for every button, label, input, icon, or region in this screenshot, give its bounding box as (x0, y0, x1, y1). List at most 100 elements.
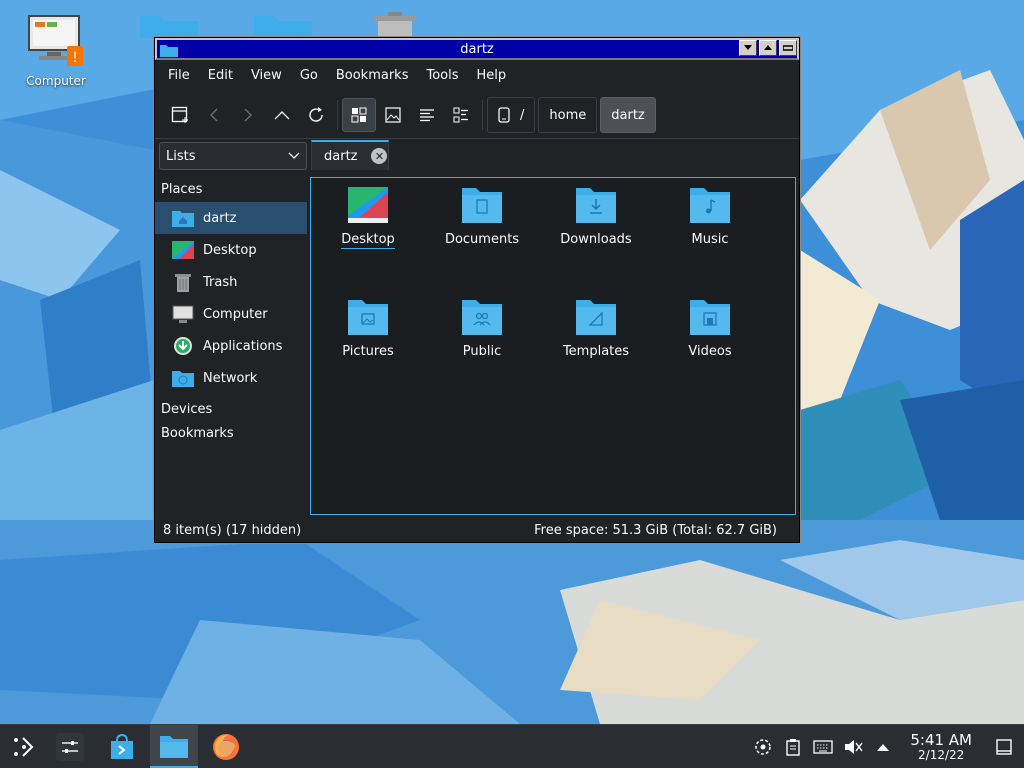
desktop-icon-computer[interactable]: ! Computer (14, 14, 98, 88)
settings-icon (56, 733, 84, 761)
file-label: Desktop (341, 232, 395, 249)
file-item-documents[interactable]: Documents (432, 186, 532, 247)
trash-icon[interactable] (370, 10, 420, 38)
desktop-icon (172, 241, 194, 259)
places-heading[interactable]: Places (155, 178, 307, 202)
chevron-left-icon (210, 108, 218, 122)
file-label: Videos (688, 344, 732, 359)
reload-icon (309, 107, 323, 122)
status-bar: 8 item(s) (17 hidden) Free space: 51.3 G… (155, 518, 799, 542)
folder-icon (160, 45, 178, 57)
computer-icon: ! (28, 15, 83, 66)
pictures-folder-icon (348, 300, 388, 335)
bookmarks-heading[interactable]: Bookmarks (155, 422, 307, 446)
downloads-folder-icon (576, 188, 616, 223)
firefox-button[interactable] (202, 725, 250, 768)
chevron-up-icon (764, 45, 772, 50)
toolbar-separator (482, 100, 483, 130)
new-tab-button[interactable] (163, 98, 197, 132)
place-item-trash[interactable]: Trash (155, 266, 307, 298)
taskbar: 5:41 AM 2/12/22 (0, 724, 1024, 768)
place-item-desktop[interactable]: Desktop (155, 234, 307, 266)
breadcrumb-root-label: / (520, 107, 525, 123)
keyboard-layout-button[interactable] (808, 740, 838, 754)
chevron-down-icon (744, 45, 752, 50)
place-item-network[interactable]: Network (155, 362, 307, 394)
close-button[interactable] (779, 40, 797, 56)
file-label: Downloads (560, 232, 632, 247)
status-free-space: Free space: 51.3 GiB (Total: 62.7 GiB) (534, 522, 777, 538)
videos-folder-icon (690, 300, 730, 335)
file-item-templates[interactable]: Templates (546, 298, 646, 359)
thumbnail-view-button[interactable] (376, 98, 410, 132)
window-title: dartz (460, 41, 494, 57)
digital-clock[interactable]: 5:41 AM 2/12/22 (898, 732, 984, 762)
chevron-right-icon (244, 108, 252, 122)
chevron-down-icon (288, 152, 300, 159)
application-launcher-button[interactable] (0, 725, 48, 768)
back-button[interactable] (197, 98, 231, 132)
menu-view[interactable]: View (242, 68, 291, 83)
show-desktop-icon (996, 739, 1012, 755)
forward-button[interactable] (231, 98, 265, 132)
compact-view-button[interactable] (444, 98, 478, 132)
place-label: Applications (203, 338, 283, 354)
file-item-videos[interactable]: Videos (660, 298, 760, 359)
volume-muted-icon (845, 740, 863, 754)
kde-connect-button[interactable] (748, 738, 778, 756)
menu-file[interactable]: File (159, 68, 199, 83)
place-label: Network (203, 370, 258, 386)
place-item-dartz[interactable]: dartz (155, 202, 307, 234)
file-grid: Desktop Documents Downloads Music Pictur… (311, 178, 795, 514)
home-folder-icon (172, 211, 194, 227)
chevron-up-icon (274, 111, 290, 120)
maximize-button[interactable] (759, 40, 777, 56)
breadcrumb-home[interactable]: home (538, 97, 598, 133)
folder-icon[interactable] (252, 10, 314, 38)
place-item-computer[interactable]: Computer (155, 298, 307, 330)
breadcrumb-root[interactable]: / (487, 97, 536, 133)
chevron-up-icon (877, 744, 890, 751)
new-tab-icon (171, 106, 188, 123)
up-button[interactable] (265, 98, 299, 132)
show-hidden-icons-button[interactable] (868, 743, 898, 751)
discover-button[interactable] (98, 725, 146, 768)
file-item-downloads[interactable]: Downloads (546, 186, 646, 247)
tab-dartz[interactable]: dartz ✕ (311, 140, 389, 170)
menu-go[interactable]: Go (291, 68, 327, 83)
grid-view-icon (351, 107, 367, 123)
dolphin-task-button[interactable] (150, 725, 198, 768)
clipboard-button[interactable] (778, 738, 808, 756)
file-item-desktop[interactable]: Desktop (318, 186, 418, 249)
menu-tools[interactable]: Tools (417, 68, 467, 83)
reload-button[interactable] (299, 98, 333, 132)
volume-button[interactable] (838, 738, 868, 756)
file-item-pictures[interactable]: Pictures (318, 298, 418, 359)
place-label: Trash (203, 274, 238, 290)
place-item-applications[interactable]: Applications (155, 330, 307, 362)
compact-list-icon (453, 107, 468, 123)
icons-view-button[interactable] (342, 98, 376, 132)
show-desktop-button[interactable] (984, 739, 1024, 755)
place-label: dartz (203, 210, 237, 226)
menu-bookmarks[interactable]: Bookmarks (327, 68, 418, 83)
folder-icon[interactable] (138, 10, 200, 38)
file-item-public[interactable]: Public (432, 298, 532, 359)
detailed-view-button[interactable] (410, 98, 444, 132)
file-label: Music (691, 232, 729, 247)
places-view-select[interactable]: Lists (159, 142, 307, 170)
close-icon[interactable]: ✕ (371, 148, 388, 164)
desktop-icon-label: Computer (26, 74, 86, 88)
menu-edit[interactable]: Edit (199, 68, 242, 83)
places-view-select-value: Lists (166, 148, 196, 164)
titlebar[interactable]: dartz (155, 38, 799, 60)
system-settings-button[interactable] (46, 725, 94, 768)
devices-heading[interactable]: Devices (155, 398, 307, 422)
file-item-music[interactable]: Music (660, 186, 760, 247)
menu-help[interactable]: Help (468, 68, 516, 83)
file-view[interactable]: Desktop Documents Downloads Music Pictur… (310, 177, 796, 515)
place-label: Desktop (203, 242, 257, 258)
breadcrumb-current[interactable]: dartz (600, 97, 656, 133)
minimize-button[interactable] (739, 40, 757, 56)
public-folder-icon (462, 300, 502, 335)
